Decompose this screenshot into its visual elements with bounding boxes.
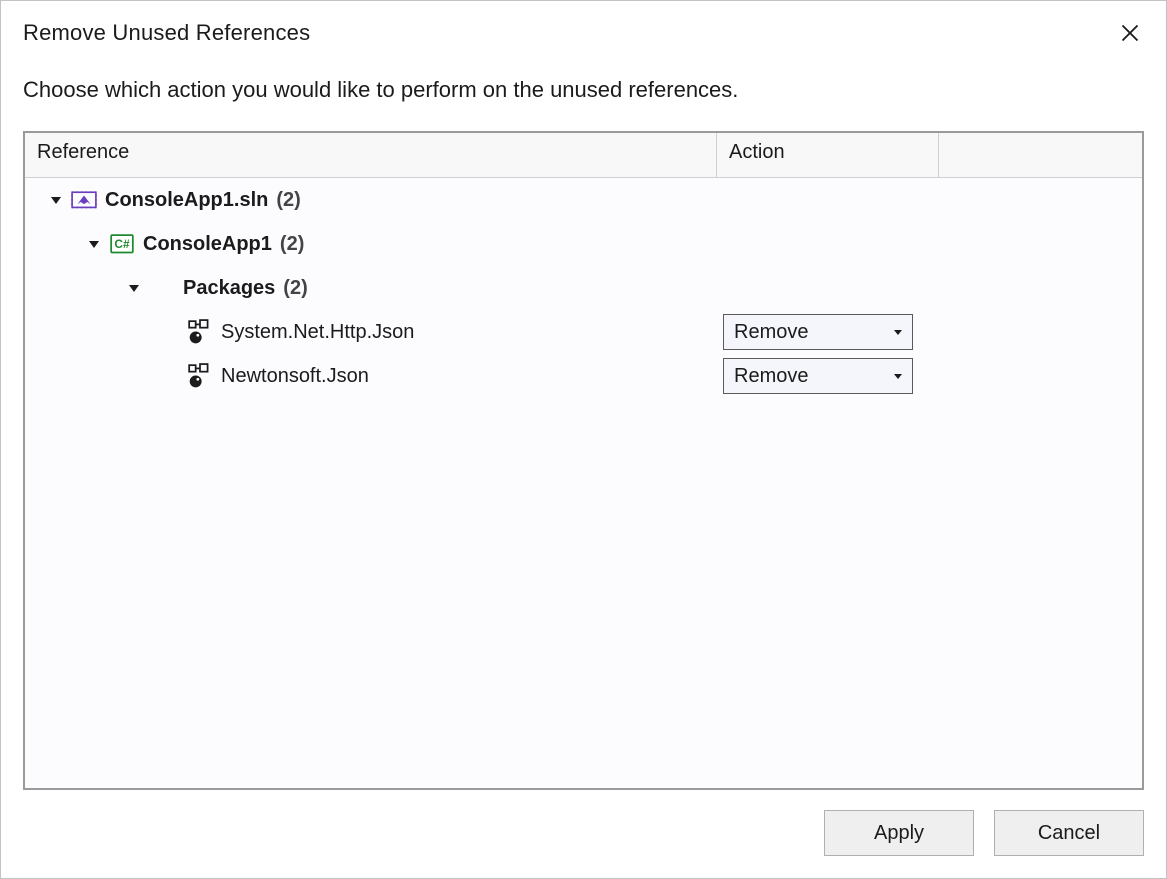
expander-packages[interactable] (127, 281, 141, 295)
expander-project[interactable] (87, 237, 101, 251)
project-count: (2) (280, 233, 304, 256)
action-select-value: Remove (734, 321, 808, 344)
packages-node-icon (149, 276, 175, 300)
references-grid: Reference Action (23, 131, 1144, 790)
close-button[interactable] (1116, 19, 1144, 47)
package-name: Newtonsoft.Json (221, 365, 369, 388)
tree-row-package[interactable]: System.Net.Http.Json Remove (25, 310, 1142, 354)
package-icon (187, 320, 213, 344)
remove-unused-references-dialog: Remove Unused References Choose which ac… (0, 0, 1167, 879)
tree-row-package[interactable]: Newtonsoft.Json Remove (25, 354, 1142, 398)
package-icon (187, 364, 213, 388)
apply-button[interactable]: Apply (824, 810, 974, 856)
dialog-instructions: Choose which action you would like to pe… (23, 77, 1144, 103)
dialog-title: Remove Unused References (23, 20, 310, 46)
grid-body[interactable]: ConsoleApp1.sln (2) C# (25, 178, 1142, 788)
tree-row-solution[interactable]: ConsoleApp1.sln (2) (25, 178, 1142, 222)
column-header-spacer (939, 133, 1142, 177)
project-label: ConsoleApp1 (143, 233, 272, 256)
column-header-reference[interactable]: Reference (25, 133, 717, 177)
solution-count: (2) (276, 189, 300, 212)
packages-count: (2) (283, 277, 307, 300)
chevron-down-icon (88, 238, 100, 250)
solution-icon (71, 188, 97, 212)
chevron-down-icon (50, 194, 62, 206)
caret-down-icon (892, 321, 904, 344)
action-select-value: Remove (734, 365, 808, 388)
solution-label: ConsoleApp1.sln (105, 189, 268, 212)
dialog-footer: Apply Cancel (23, 810, 1144, 856)
column-header-action[interactable]: Action (717, 133, 939, 177)
action-select[interactable]: Remove (723, 358, 913, 394)
cancel-button[interactable]: Cancel (994, 810, 1144, 856)
tree-row-project[interactable]: C# ConsoleApp1 (2) (25, 222, 1142, 266)
svg-text:C#: C# (114, 237, 130, 251)
chevron-down-icon (128, 282, 140, 294)
package-name: System.Net.Http.Json (221, 321, 414, 344)
close-icon (1120, 23, 1140, 43)
csharp-project-icon: C# (109, 232, 135, 256)
packages-label: Packages (183, 277, 275, 300)
expander-solution[interactable] (49, 193, 63, 207)
grid-header: Reference Action (25, 133, 1142, 178)
action-select[interactable]: Remove (723, 314, 913, 350)
title-bar: Remove Unused References (23, 19, 1144, 47)
caret-down-icon (892, 365, 904, 388)
tree-row-packages[interactable]: Packages (2) (25, 266, 1142, 310)
